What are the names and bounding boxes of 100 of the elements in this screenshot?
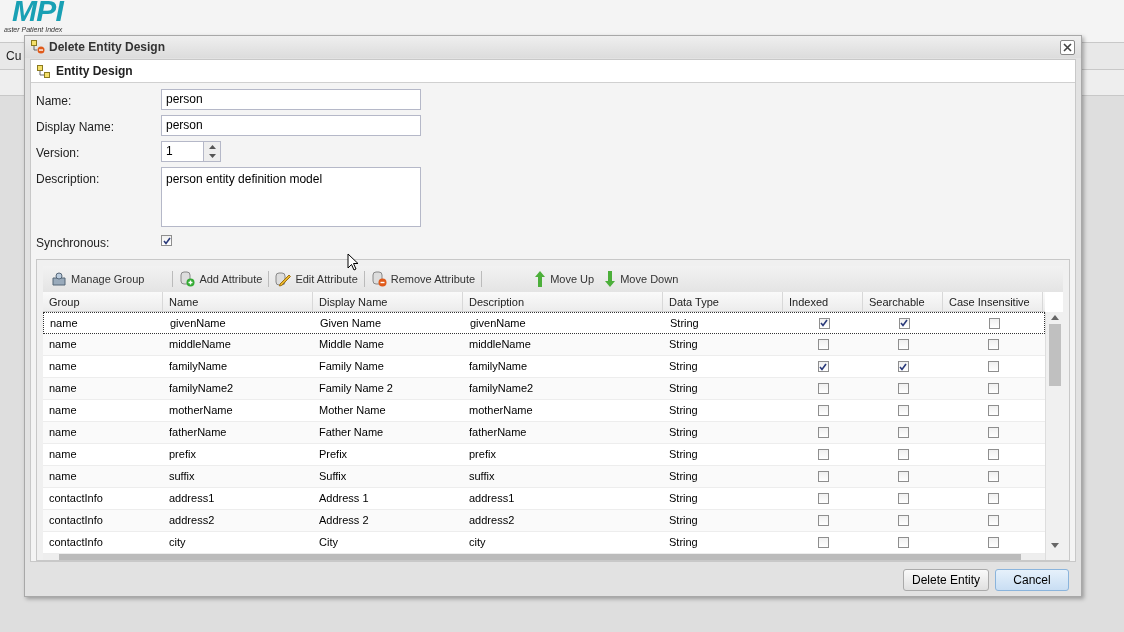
column-header[interactable]: Indexed	[783, 292, 863, 311]
dialog-button[interactable]: Cancel	[995, 569, 1069, 591]
column-header[interactable]: Display Name	[313, 292, 463, 311]
table-cell-text: name	[48, 447, 78, 463]
checkbox[interactable]	[897, 515, 909, 526]
checkbox[interactable]	[897, 339, 909, 350]
table-cell-text: String	[668, 425, 699, 441]
table-row[interactable]: name suffix Suffix suffix String	[43, 466, 1046, 488]
checkbox[interactable]	[987, 493, 999, 504]
checkbox[interactable]	[987, 427, 999, 438]
table-cell-text: middleName	[168, 337, 232, 353]
number-spinner[interactable]: 1	[161, 141, 221, 162]
scroll-up-icon[interactable]	[1050, 315, 1059, 320]
checkbox[interactable]	[987, 471, 999, 482]
checkbox[interactable]	[817, 537, 829, 548]
table-cell-text: name	[48, 381, 78, 397]
table-cell-text: name	[48, 403, 78, 419]
table-cell-text: givenName	[169, 315, 227, 331]
checkbox[interactable]	[818, 317, 830, 329]
table-row[interactable]: name middleName Middle Name middleName String	[43, 334, 1046, 356]
table-cell-text: String	[668, 381, 699, 397]
arrow-up-icon	[534, 271, 547, 287]
table-row[interactable]: name givenName Given Name givenName String	[43, 312, 1046, 334]
column-header[interactable]: Searchable	[863, 292, 943, 311]
column-header[interactable]: Data Type	[663, 292, 783, 311]
table-cell-text: Suffix	[318, 469, 348, 485]
toolbar-button[interactable]: Manage Group	[49, 268, 147, 290]
add-icon	[179, 271, 196, 287]
checkbox[interactable]	[817, 449, 829, 460]
table-cell-text: name	[48, 469, 78, 485]
text-field[interactable]: person	[161, 115, 421, 136]
toolbar-button[interactable]: Move Up	[532, 268, 597, 290]
checkbox[interactable]	[897, 493, 909, 504]
checkbox[interactable]	[987, 339, 999, 350]
checkbox[interactable]	[898, 317, 910, 329]
checkbox[interactable]	[987, 361, 999, 372]
column-header[interactable]: Name	[163, 292, 313, 311]
table-cell-text: Middle Name	[318, 337, 385, 353]
toolbar-button[interactable]: Remove Attribute	[368, 268, 478, 290]
table-cell-text: prefix	[468, 447, 497, 463]
checkbox[interactable]	[817, 515, 829, 526]
table-cell-text: String	[669, 315, 700, 331]
mouse-cursor-icon	[347, 253, 359, 271]
checkbox[interactable]	[987, 537, 999, 548]
checkbox[interactable]	[987, 405, 999, 416]
close-icon	[1063, 42, 1072, 52]
column-header[interactable]: Description	[463, 292, 663, 311]
table-cell-text: suffix	[168, 469, 196, 485]
table-cell-text: motherName	[468, 403, 534, 419]
checkbox[interactable]	[817, 471, 829, 482]
checkbox[interactable]	[817, 427, 829, 438]
table-cell-text: Father Name	[318, 425, 385, 441]
table-cell-text: motherName	[168, 403, 234, 419]
checkbox[interactable]	[988, 317, 1000, 329]
checkbox[interactable]	[987, 449, 999, 460]
checkbox[interactable]	[897, 537, 909, 548]
checkbox[interactable]	[897, 361, 909, 372]
column-header[interactable]: Case Insensitive	[943, 292, 1043, 311]
checkbox[interactable]	[897, 427, 909, 438]
remove-icon	[370, 271, 387, 287]
toolbar-button[interactable]: Add Attribute	[177, 268, 265, 290]
field-label: Version:	[36, 145, 81, 162]
table-cell-text: fatherName	[168, 425, 228, 441]
table-cell-text: city	[468, 535, 487, 551]
text-field[interactable]: person	[161, 89, 421, 110]
table-cell-text: prefix	[168, 447, 197, 463]
table-row[interactable]: name familyName2 Family Name 2 familyName2 String	[43, 378, 1046, 400]
table-cell-text: fatherName	[468, 425, 528, 441]
checkbox[interactable]	[987, 515, 999, 526]
scroll-down-icon[interactable]	[1050, 543, 1059, 548]
close-button[interactable]	[1060, 39, 1075, 55]
menu-item[interactable]: Cu	[6, 47, 22, 65]
table-cell-text: name	[48, 425, 78, 441]
checkbox[interactable]	[817, 361, 829, 372]
text-area[interactable]: person entity definition model	[161, 167, 421, 227]
toolbar-button[interactable]: Move Down	[602, 268, 681, 290]
logo-text: MPI	[12, 0, 64, 26]
checkbox[interactable]	[817, 383, 829, 394]
toolbar-button[interactable]: Edit Attribute	[273, 268, 360, 290]
table-cell-text: suffix	[468, 469, 496, 485]
checkbox[interactable]	[817, 405, 829, 416]
checkbox[interactable]	[987, 383, 999, 394]
table-row[interactable]: name fatherName Father Name fatherName String	[43, 422, 1046, 444]
checkbox[interactable]	[817, 493, 829, 504]
table-row[interactable]: contactInfo address2 Address 2 address2 String	[43, 510, 1046, 532]
table-cell-text: String	[668, 447, 699, 463]
checkbox[interactable]	[897, 449, 909, 460]
table-cell-text: String	[668, 403, 699, 419]
dialog-button[interactable]: Delete Entity	[903, 569, 989, 591]
checkbox[interactable]	[897, 383, 909, 394]
checkbox[interactable]	[161, 235, 172, 246]
arrow-down-icon	[604, 271, 617, 287]
table-cell-text: address2	[168, 513, 216, 529]
table-cell-text: contactInfo	[48, 513, 104, 529]
checkbox[interactable]	[897, 471, 909, 482]
checkbox[interactable]	[817, 339, 829, 350]
table-cell-text: Mother Name	[318, 403, 387, 419]
checkbox[interactable]	[897, 405, 909, 416]
column-header[interactable]: Group	[43, 292, 163, 311]
table-cell-text: address1	[168, 491, 216, 507]
